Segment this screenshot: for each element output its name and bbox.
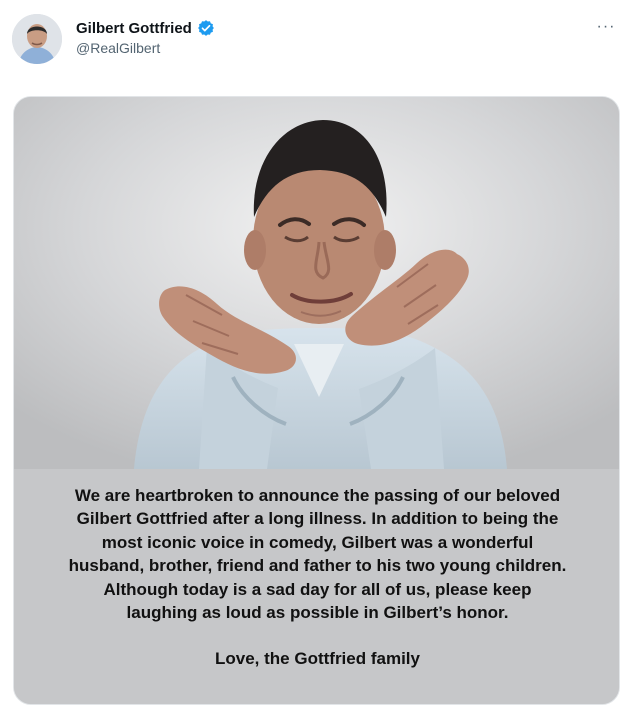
caption-line: laughing as loud as possible in Gilbert’… [126, 603, 509, 623]
tweet-header: Gilbert Gottfried @RealGilbert ··· [0, 0, 631, 84]
author-name-row: Gilbert Gottfried [76, 17, 215, 39]
tweet-media[interactable]: We are heartbroken to announce the passi… [13, 96, 620, 705]
caption-line: most iconic voice in comedy, Gilbert was… [101, 532, 534, 552]
caption-line: Gilbert Gottfried after a long illness. … [76, 509, 559, 529]
author-handle[interactable]: @RealGilbert [76, 40, 160, 56]
display-name[interactable]: Gilbert Gottfried [76, 20, 192, 37]
caption-line: husband, brother, friend and father to h… [68, 556, 567, 576]
more-options-button[interactable]: ··· [591, 14, 621, 40]
tweet-card: Gilbert Gottfried @RealGilbert ··· We ar… [0, 0, 631, 711]
avatar-image [12, 14, 62, 64]
avatar[interactable] [12, 14, 62, 64]
portrait-photo [14, 97, 619, 469]
caption-line: We are heartbroken to announce the passi… [74, 486, 561, 505]
verified-badge-icon [197, 19, 215, 37]
caption-line: Although today is a sad day for all of u… [103, 579, 532, 599]
family-signoff: Love, the Gottfried family [215, 649, 420, 669]
announcement-caption: We are heartbroken to announce the passi… [14, 469, 619, 704]
